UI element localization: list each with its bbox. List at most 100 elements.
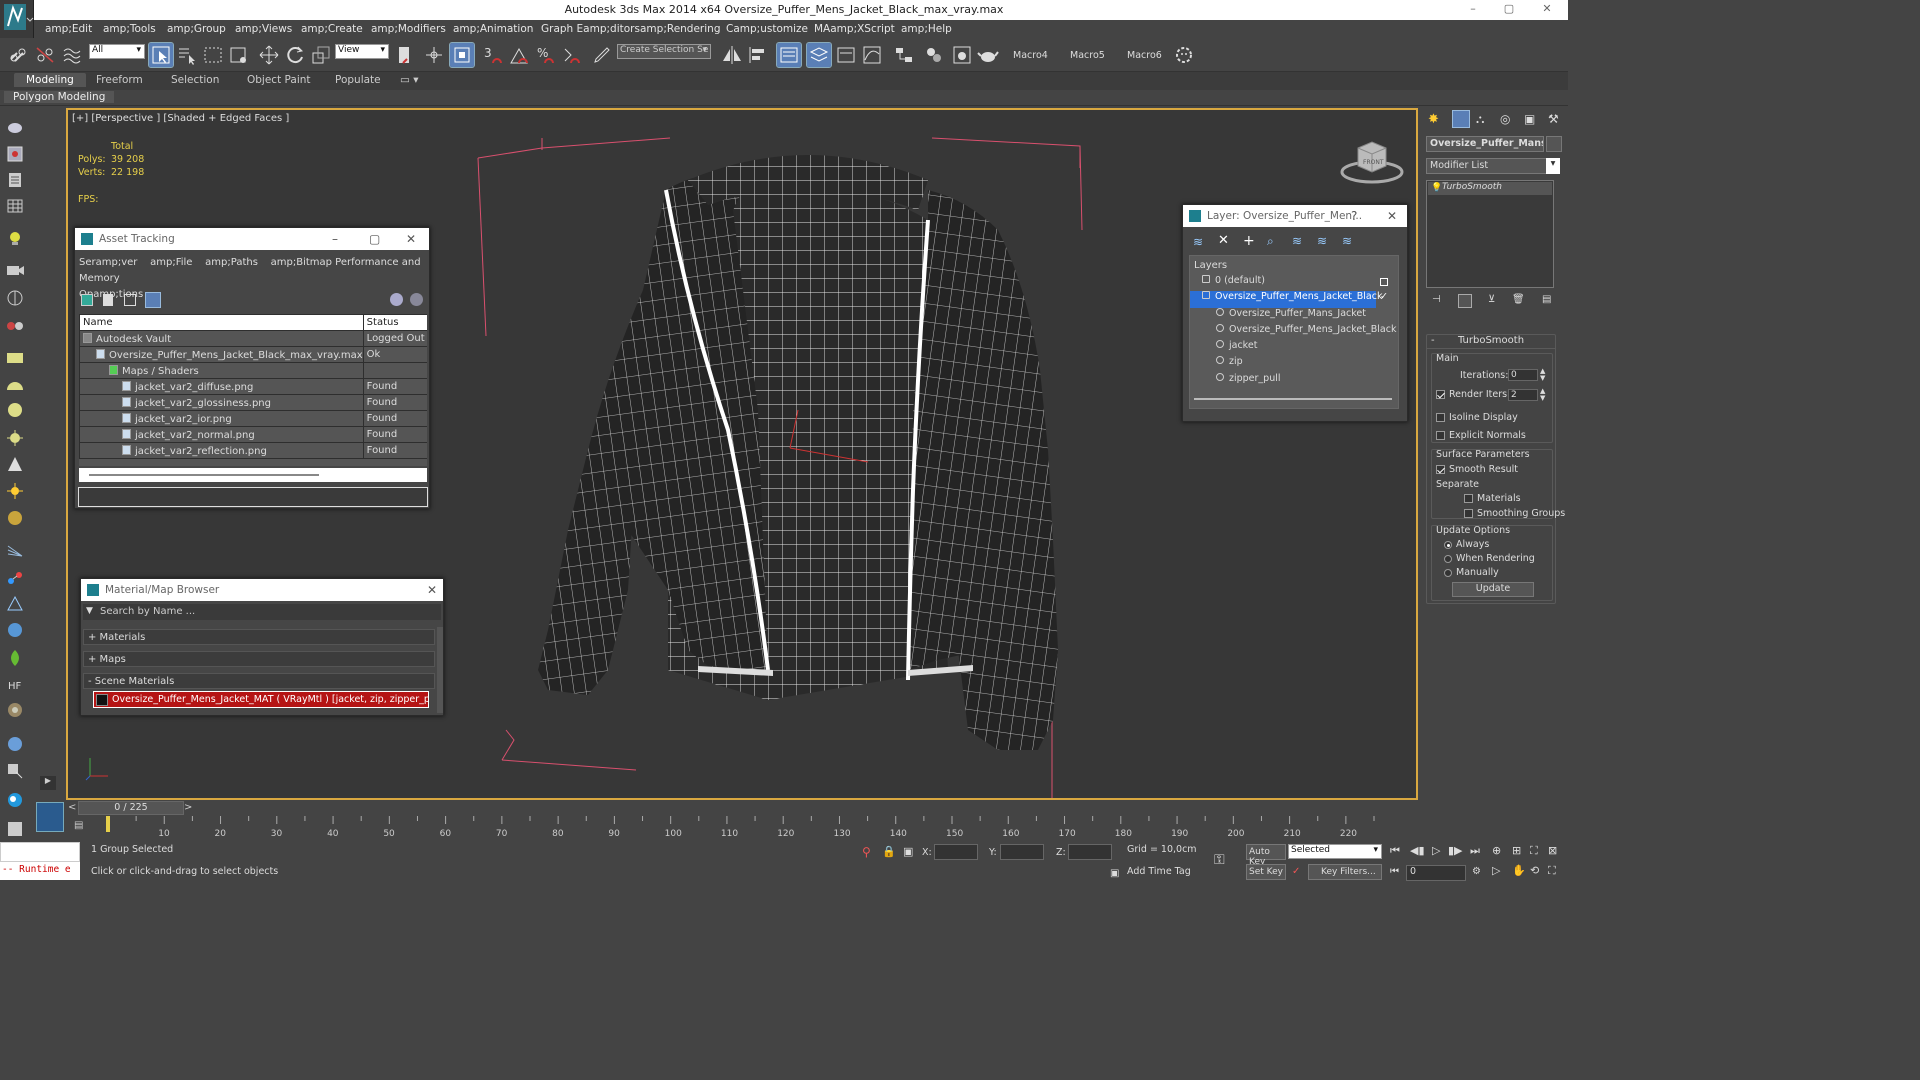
materials-section[interactable]: + Materials [83, 629, 435, 645]
bone-tool[interactable] [4, 594, 26, 614]
key-filters-button[interactable]: Key Filters... [1308, 864, 1382, 880]
viewcube[interactable]: FRONT [1338, 134, 1406, 188]
play-icon[interactable]: ▷ [1432, 844, 1440, 857]
select-and-rotate-button[interactable] [283, 43, 307, 67]
highlight-layer-icon[interactable]: ≋ [1292, 234, 1302, 248]
set-key-button[interactable]: Set Key [1246, 864, 1286, 880]
unlink-button[interactable] [33, 43, 57, 67]
go-to-end-icon[interactable]: ⏭ [1470, 844, 1480, 858]
time-slider-prev[interactable]: < [68, 802, 76, 813]
isoline-checkbox[interactable] [1436, 413, 1445, 422]
pan-icon[interactable]: ✋ [1512, 864, 1526, 877]
column-status[interactable]: Status [362, 314, 427, 331]
update-always-radio[interactable] [1444, 540, 1452, 549]
window-crossing-button[interactable] [227, 43, 251, 67]
set-key-filter-icon[interactable]: ✓ [1292, 866, 1300, 877]
film-tool[interactable] [4, 316, 26, 336]
update-button[interactable]: Update [1452, 582, 1534, 597]
maps-section[interactable]: + Maps [83, 651, 435, 667]
light-tool[interactable] [4, 228, 26, 248]
layer-item[interactable]: zip [1190, 356, 1398, 372]
render-iters-spinner[interactable]: 2 [1508, 389, 1538, 401]
hf-tool[interactable]: HF [4, 674, 26, 694]
spiral-tool[interactable] [4, 700, 26, 720]
make-unique-icon[interactable]: ⊻ [1488, 294, 1495, 305]
tab-freeform[interactable]: Freeform [96, 74, 143, 86]
go-to-start-icon[interactable]: ⏮ [1390, 844, 1400, 858]
close-button[interactable]: ✕ [427, 579, 437, 601]
teapot-tool[interactable] [4, 116, 26, 136]
iterations-spinner[interactable]: 0 [1508, 369, 1538, 381]
vertical-scrollbar[interactable] [437, 627, 443, 713]
menu-rendering[interactable]: amp;Rendering [640, 23, 720, 35]
configure-sets-icon[interactable]: ▤ [1542, 294, 1551, 305]
layer-item[interactable]: Oversize_Puffer_Mens_Jacket_Black [1190, 323, 1398, 340]
close-button[interactable]: ✕ [406, 228, 416, 250]
column-name[interactable]: Name [79, 314, 364, 331]
rectangle-tool[interactable] [4, 348, 26, 368]
utilities-tab-icon[interactable]: ⚒ [1548, 112, 1559, 126]
layer-box-icon[interactable] [1380, 278, 1388, 286]
zoom-all-icon[interactable]: ⊞ [1512, 844, 1521, 857]
menu-edit[interactable]: amp;Edit [45, 23, 92, 35]
selection-filter-dropdown[interactable]: All ▾ [89, 44, 145, 59]
table-row[interactable]: jacket_var2_ior.png Found [79, 410, 427, 427]
remove-modifier-icon[interactable]: 🗑 [1512, 294, 1525, 305]
smooth-result-checkbox[interactable] [1436, 465, 1445, 474]
menu-group[interactable]: amp;Group [167, 23, 226, 35]
render-frame-tool[interactable] [4, 144, 26, 164]
select-layer-objects-icon[interactable]: ⌕ [1267, 234, 1274, 249]
menu-customize[interactable]: Camp;ustomize [726, 23, 808, 35]
angle-snap-button[interactable] [507, 43, 531, 67]
camera-tool[interactable] [4, 260, 26, 280]
x-coordinate-field[interactable] [934, 844, 978, 860]
asset-menu-file[interactable]: amp;File [150, 257, 192, 268]
zoom-icon[interactable]: ⊕ [1492, 844, 1501, 857]
z-coordinate-field[interactable] [1068, 844, 1112, 860]
table-row[interactable]: jacket_var2_normal.png Found [79, 426, 427, 443]
create-layer-icon[interactable]: ≋ [1193, 235, 1203, 249]
key-mode-toggle-icon[interactable]: ⏮ [1390, 866, 1399, 877]
time-tag-icon[interactable]: ▣ [1110, 868, 1119, 879]
macro5-button[interactable]: Macro5 [1070, 50, 1105, 61]
minimize-button[interactable]: – [332, 228, 338, 250]
vray-tool[interactable] [4, 790, 26, 810]
layer-item[interactable]: Oversize_Puffer_Mens_Jacket_Black ✓ [1190, 291, 1388, 308]
key-icon[interactable]: ⚿ [1214, 852, 1225, 868]
render-production-button[interactable] [976, 43, 1000, 67]
spinner-snap-button[interactable] [559, 43, 583, 67]
update-manually-radio[interactable] [1444, 568, 1452, 577]
display-tab-icon[interactable]: ▣ [1524, 112, 1535, 126]
table-row[interactable]: jacket_var2_diffuse.png Found [79, 378, 427, 395]
pin-stack-icon[interactable]: ⊣ [1432, 294, 1441, 305]
maxscript-listener-top[interactable] [0, 842, 80, 862]
spinner-arrows-icon[interactable]: ▲ ▼ [1540, 368, 1545, 382]
percent-snap-button[interactable]: % [533, 43, 557, 67]
lightbulb-icon[interactable]: 💡 [1431, 183, 1442, 193]
smoothing-groups-checkbox[interactable] [1464, 509, 1473, 518]
asset-tracking-titlebar[interactable]: Asset Tracking – ▢ ✕ [75, 228, 429, 250]
grid-tool[interactable] [4, 196, 26, 216]
render-setup-button[interactable] [950, 43, 974, 67]
explicit-normals-checkbox[interactable] [1436, 431, 1445, 440]
pivot-center-button[interactable] [393, 43, 417, 67]
time-slider-thumb[interactable]: 0 / 225 [78, 801, 184, 815]
tab-modeling[interactable]: Modeling [14, 73, 86, 87]
table-row[interactable]: Autodesk Vault Logged Out ... [79, 330, 427, 347]
y-coordinate-field[interactable] [1000, 844, 1044, 860]
orbit-icon[interactable]: ⟲ [1530, 864, 1539, 877]
sphere-tool[interactable] [4, 288, 26, 308]
hair-tool[interactable] [4, 540, 26, 560]
rectangular-selection-button[interactable] [201, 43, 225, 67]
spinner-arrows-icon[interactable]: ▲ ▼ [1540, 388, 1545, 402]
mini-curve-editor-button[interactable] [36, 802, 64, 832]
asset-menu-server[interactable]: Seramp;ver [79, 257, 137, 268]
isolate-selection-icon[interactable]: ⚲ [862, 845, 871, 859]
biped-button[interactable] [1172, 43, 1196, 67]
layer-item[interactable]: jacket [1190, 340, 1398, 356]
layer-dialog-titlebar[interactable]: Layer: Oversize_Puffer_Men... ? ✕ [1183, 205, 1407, 227]
freeze-layers-icon[interactable]: ≋ [1342, 234, 1352, 248]
help-button[interactable]: ? [1351, 205, 1357, 227]
auto-key-button[interactable]: Auto Key [1246, 844, 1286, 867]
layer-item[interactable]: Oversize_Puffer_Mans_Jacket [1190, 307, 1398, 324]
